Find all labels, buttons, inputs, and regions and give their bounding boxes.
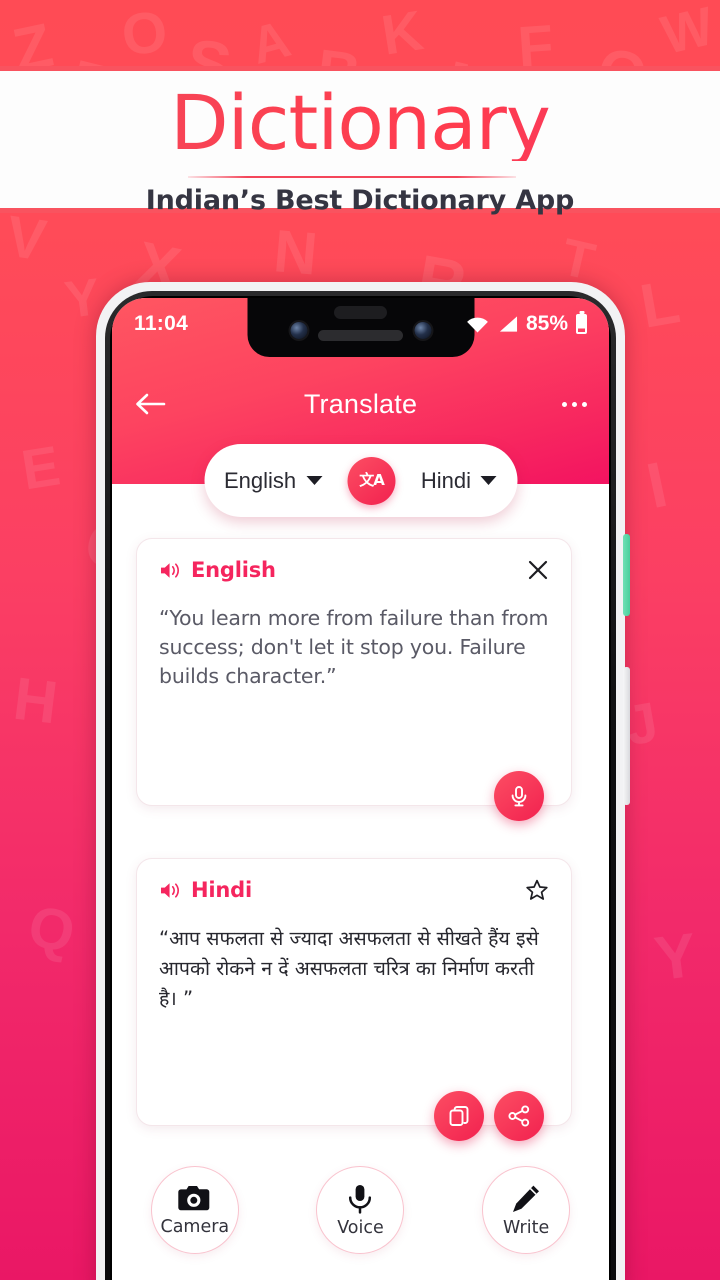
voice-action-label: Voice: [337, 1217, 384, 1238]
write-action-button[interactable]: Write: [471, 1166, 581, 1254]
speaker-icon: [161, 562, 179, 578]
share-icon: [508, 1105, 530, 1127]
target-card-header: Hindi: [137, 859, 571, 902]
source-text-card: English “You learn more from failure tha…: [136, 538, 572, 806]
target-card-language: Hindi: [191, 878, 252, 902]
phone-mockup: 11:04 85% Translate English 文A Hindi Eng…: [96, 282, 630, 1280]
voice-action-button[interactable]: Voice: [305, 1166, 415, 1254]
volume-button[interactable]: [623, 667, 630, 805]
source-text[interactable]: “You learn more from failure than from s…: [137, 582, 571, 691]
source-microphone-button[interactable]: [494, 771, 544, 821]
phone-screen: 11:04 85% Translate English 文A Hindi Eng…: [112, 298, 609, 1280]
translate-swap-icon[interactable]: 文A: [347, 456, 396, 505]
voice-action-circle: Voice: [316, 1166, 405, 1254]
wifi-icon: [467, 317, 488, 333]
app-bar: Translate: [112, 374, 609, 434]
promo-header-band: Dictionary Indian’s Best Dictionary App: [0, 66, 720, 216]
chevron-down-icon: [306, 476, 323, 485]
target-language-label: Hindi: [420, 467, 471, 493]
copy-icon: [449, 1106, 469, 1126]
source-speak-button[interactable]: English: [159, 558, 276, 582]
signal-icon: [499, 316, 518, 332]
back-arrow-icon[interactable]: [134, 391, 166, 417]
source-language-label: English: [224, 467, 297, 493]
title-underline: [188, 176, 516, 178]
target-speak-button[interactable]: Hindi: [159, 878, 252, 902]
close-icon[interactable]: [527, 559, 549, 581]
status-time: 11:04: [134, 312, 189, 335]
power-button[interactable]: [623, 534, 630, 616]
camera-action-circle: Camera: [150, 1166, 239, 1254]
bottom-action-bar: Camera Voice Write: [112, 1152, 609, 1280]
status-bar: 11:04 85%: [112, 298, 609, 350]
star-outline-icon[interactable]: [525, 878, 549, 902]
language-selector-bar: English 文A Hindi: [204, 444, 517, 517]
target-text-card: Hindi “आप सफलता से ज्यादा असफलता से सीखत…: [136, 858, 572, 1126]
copy-button[interactable]: [434, 1091, 484, 1141]
app-subtitle: Indian’s Best Dictionary App: [145, 185, 575, 216]
more-options-icon[interactable]: [562, 401, 587, 407]
target-text[interactable]: “आप सफलता से ज्यादा असफलता से सीखते हैंय…: [137, 902, 571, 1015]
write-action-label: Write: [503, 1217, 550, 1238]
share-button[interactable]: [494, 1091, 544, 1141]
page-title: Translate: [303, 388, 418, 419]
status-indicators: 85%: [466, 312, 587, 336]
pencil-icon: [513, 1185, 540, 1212]
camera-action-label: Camera: [160, 1216, 230, 1237]
target-language-selector[interactable]: Hindi: [421, 468, 497, 494]
source-language-selector[interactable]: English: [224, 467, 323, 494]
app-title: Dictionary: [0, 85, 720, 161]
camera-icon: [178, 1185, 210, 1210]
battery-icon: [576, 314, 587, 334]
write-action-circle: Write: [482, 1166, 571, 1254]
source-card-language: English: [191, 558, 276, 582]
microphone-icon: [511, 786, 527, 807]
battery-percent: 85%: [525, 312, 568, 335]
chevron-down-icon: [480, 476, 497, 485]
camera-action-button[interactable]: Camera: [140, 1166, 250, 1254]
speaker-icon: [161, 882, 179, 898]
swap-glyph: 文A: [359, 471, 385, 489]
microphone-icon: [349, 1184, 372, 1214]
source-card-header: English: [137, 539, 571, 582]
